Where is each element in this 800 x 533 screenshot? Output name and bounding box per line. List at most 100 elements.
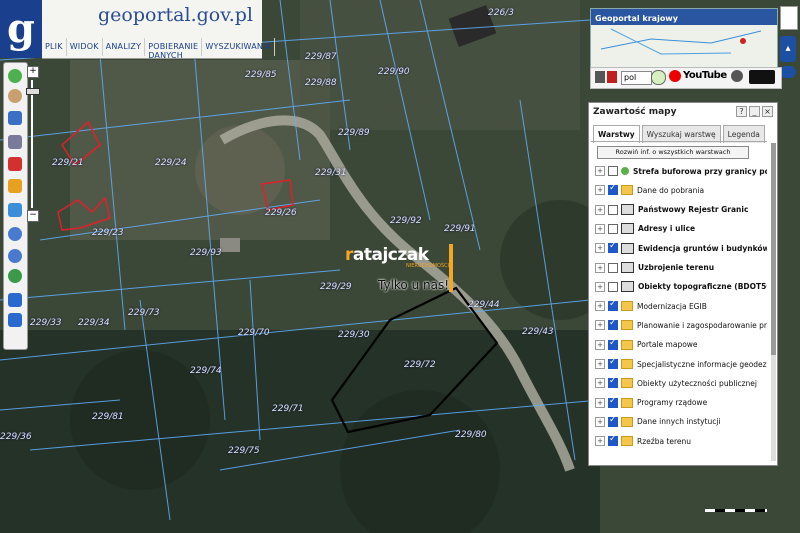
- language-select[interactable]: pol: [621, 71, 652, 85]
- zoom-plus-button[interactable]: +: [27, 66, 39, 78]
- expand-layer-icon[interactable]: +: [595, 281, 605, 292]
- layer-item[interactable]: + Ewidencja gruntów i budynków: [595, 241, 767, 255]
- draw-icon[interactable]: [8, 179, 22, 193]
- parcel-label: 229/90: [378, 67, 410, 77]
- expand-layer-icon[interactable]: +: [595, 416, 605, 427]
- layer-item[interactable]: + Adresy i ulice: [595, 222, 695, 236]
- layer-item[interactable]: + Dane innych instytucji: [595, 415, 721, 429]
- layer-item[interactable]: + Specjalistyczne informacje geodezyjne: [595, 357, 767, 371]
- layer-label: Dane do pobrania: [637, 185, 705, 195]
- zoom-slider[interactable]: + −: [26, 66, 40, 222]
- expand-layer-icon[interactable]: +: [595, 204, 605, 215]
- layer-checkbox[interactable]: [608, 183, 618, 196]
- scrollbar-thumb[interactable]: [771, 143, 776, 355]
- zoom-track[interactable]: [31, 80, 33, 208]
- brand-title: geoportal.gov.pl: [98, 4, 253, 26]
- watermark-subtitle: NIERUCHOMOŚCI: [406, 263, 450, 269]
- layer-item[interactable]: + Modernizacja EGIB: [595, 299, 707, 313]
- info-icon[interactable]: [8, 69, 22, 83]
- layer-checkbox[interactable]: [608, 223, 618, 234]
- parcel-label: 229/24: [155, 158, 187, 168]
- parcel-label: 229/73: [128, 308, 160, 318]
- layer-item[interactable]: + Strefa buforowa przy granicy polsko-bia…: [595, 164, 767, 178]
- document-icon[interactable]: [8, 111, 22, 125]
- parcel-label: 229/23: [92, 228, 124, 238]
- expand-layer-icon[interactable]: +: [595, 262, 605, 273]
- overview-help-icon[interactable]: [780, 6, 798, 30]
- layer-item[interactable]: + Dane do pobrania: [595, 183, 704, 197]
- layer-item[interactable]: + Obiekty topograficzne (BDOT500): [595, 280, 767, 294]
- layer-checkbox[interactable]: [608, 204, 618, 215]
- layer-item[interactable]: + Planowanie i zagospodarowanie przestrze…: [595, 318, 767, 332]
- menu-analizy[interactable]: ANALIZY: [103, 38, 146, 56]
- print-icon[interactable]: [595, 71, 605, 83]
- zoom-knob[interactable]: [26, 88, 40, 95]
- parcel-label: 229/33: [30, 318, 62, 328]
- zoom-minus-button[interactable]: −: [27, 210, 39, 222]
- world-icon[interactable]: [780, 66, 796, 78]
- pdf-icon[interactable]: [607, 71, 617, 83]
- accessibility-icon[interactable]: [749, 70, 775, 84]
- expand-layer-icon[interactable]: +: [595, 301, 605, 312]
- layer-checkbox[interactable]: [608, 434, 618, 447]
- menu-plik[interactable]: PLIK: [42, 38, 67, 56]
- geoportal-logo[interactable]: g: [0, 0, 42, 58]
- overview-toggle-button[interactable]: ▴: [780, 36, 796, 62]
- forward-arrow-icon[interactable]: [8, 313, 22, 327]
- layer-checkbox[interactable]: [608, 396, 618, 408]
- layer-checkbox[interactable]: [608, 357, 618, 369]
- layer-label: Ewidencja gruntów i budynków: [638, 243, 767, 253]
- layer-item[interactable]: + Uzbrojenie terenu: [595, 261, 714, 275]
- layer-item[interactable]: + Rzeźba terenu: [595, 434, 691, 448]
- panel-minimize-button[interactable]: _: [749, 106, 760, 117]
- panel-help-button[interactable]: ?: [736, 106, 747, 117]
- layer-label: Obiekty topograficzne (BDOT500): [638, 282, 767, 292]
- layer-checkbox[interactable]: [608, 318, 618, 331]
- layer-checkbox[interactable]: [608, 376, 618, 389]
- layer-checkbox[interactable]: [608, 415, 618, 427]
- menu-widok[interactable]: WIDOK: [67, 38, 103, 56]
- youtube-icon[interactable]: [669, 70, 681, 82]
- layer-checkbox[interactable]: [608, 299, 618, 312]
- expand-layer-icon[interactable]: +: [595, 243, 605, 254]
- expand-layer-icon[interactable]: +: [595, 320, 605, 331]
- expand-layer-icon[interactable]: +: [595, 223, 605, 234]
- expand-layer-icon[interactable]: +: [595, 359, 605, 369]
- layer-item[interactable]: + Obiekty użyteczności publicznej: [595, 376, 757, 390]
- panel-close-button[interactable]: ×: [762, 106, 773, 117]
- youtube-link[interactable]: YouTube: [683, 70, 727, 81]
- expand-layer-icon[interactable]: +: [595, 185, 605, 196]
- parcel-label: 229/75: [228, 446, 260, 456]
- layer-checkbox[interactable]: [608, 338, 618, 350]
- layer-checkbox[interactable]: [608, 166, 618, 176]
- parcel-label: 229/30: [338, 330, 370, 340]
- layer-checkbox[interactable]: [608, 281, 618, 292]
- expand-layer-icon[interactable]: +: [595, 166, 605, 176]
- expand-layer-icon[interactable]: +: [595, 339, 605, 350]
- menu-pobieranie-danych[interactable]: POBIERANIE DANYCH: [145, 38, 203, 60]
- globe-icon[interactable]: [8, 269, 22, 283]
- layer-list-scrollbar[interactable]: [771, 143, 776, 461]
- layer-item[interactable]: + Programy rządowe: [595, 396, 707, 410]
- zoom-out-icon[interactable]: [8, 249, 22, 263]
- expand-layer-icon[interactable]: +: [595, 397, 605, 408]
- settings-icon[interactable]: [731, 70, 743, 82]
- menu-wyszukiwania[interactable]: WYSZUKIWANIA: [202, 38, 276, 56]
- layer-label: Obiekty użyteczności publicznej: [637, 378, 758, 388]
- layer-checkbox[interactable]: [608, 262, 618, 273]
- expand-all-button[interactable]: Rozwiń inf. o wszystkich warstwach: [597, 146, 749, 159]
- layer-checkbox[interactable]: [608, 241, 618, 254]
- hand-icon[interactable]: [8, 89, 22, 103]
- measure-icon[interactable]: [8, 203, 22, 217]
- select-icon[interactable]: [8, 157, 22, 171]
- help-icon[interactable]: [651, 70, 666, 85]
- print-icon[interactable]: [8, 135, 22, 149]
- expand-layer-icon[interactable]: +: [595, 436, 605, 447]
- zoom-in-icon[interactable]: [8, 227, 22, 241]
- parcel-label: 229/88: [305, 78, 337, 88]
- layer-item[interactable]: + Państwowy Rejestr Granic: [595, 203, 748, 217]
- expand-layer-icon[interactable]: +: [595, 378, 605, 389]
- back-arrow-icon[interactable]: [8, 293, 22, 307]
- overview-map[interactable]: Geoportal krajowy: [590, 8, 778, 68]
- layer-item[interactable]: + Portale mapowe: [595, 338, 698, 352]
